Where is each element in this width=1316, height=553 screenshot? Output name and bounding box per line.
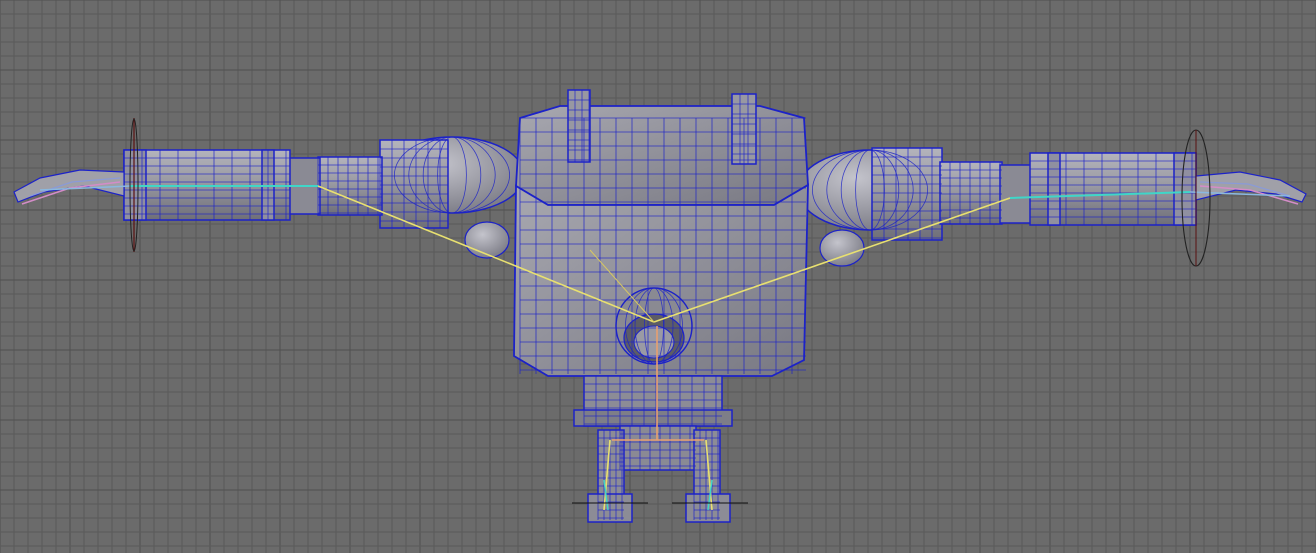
- left-antenna[interactable]: [567, 89, 591, 163]
- maya-front-viewport[interactable]: [0, 0, 1316, 553]
- left-hand[interactable]: [13, 169, 125, 203]
